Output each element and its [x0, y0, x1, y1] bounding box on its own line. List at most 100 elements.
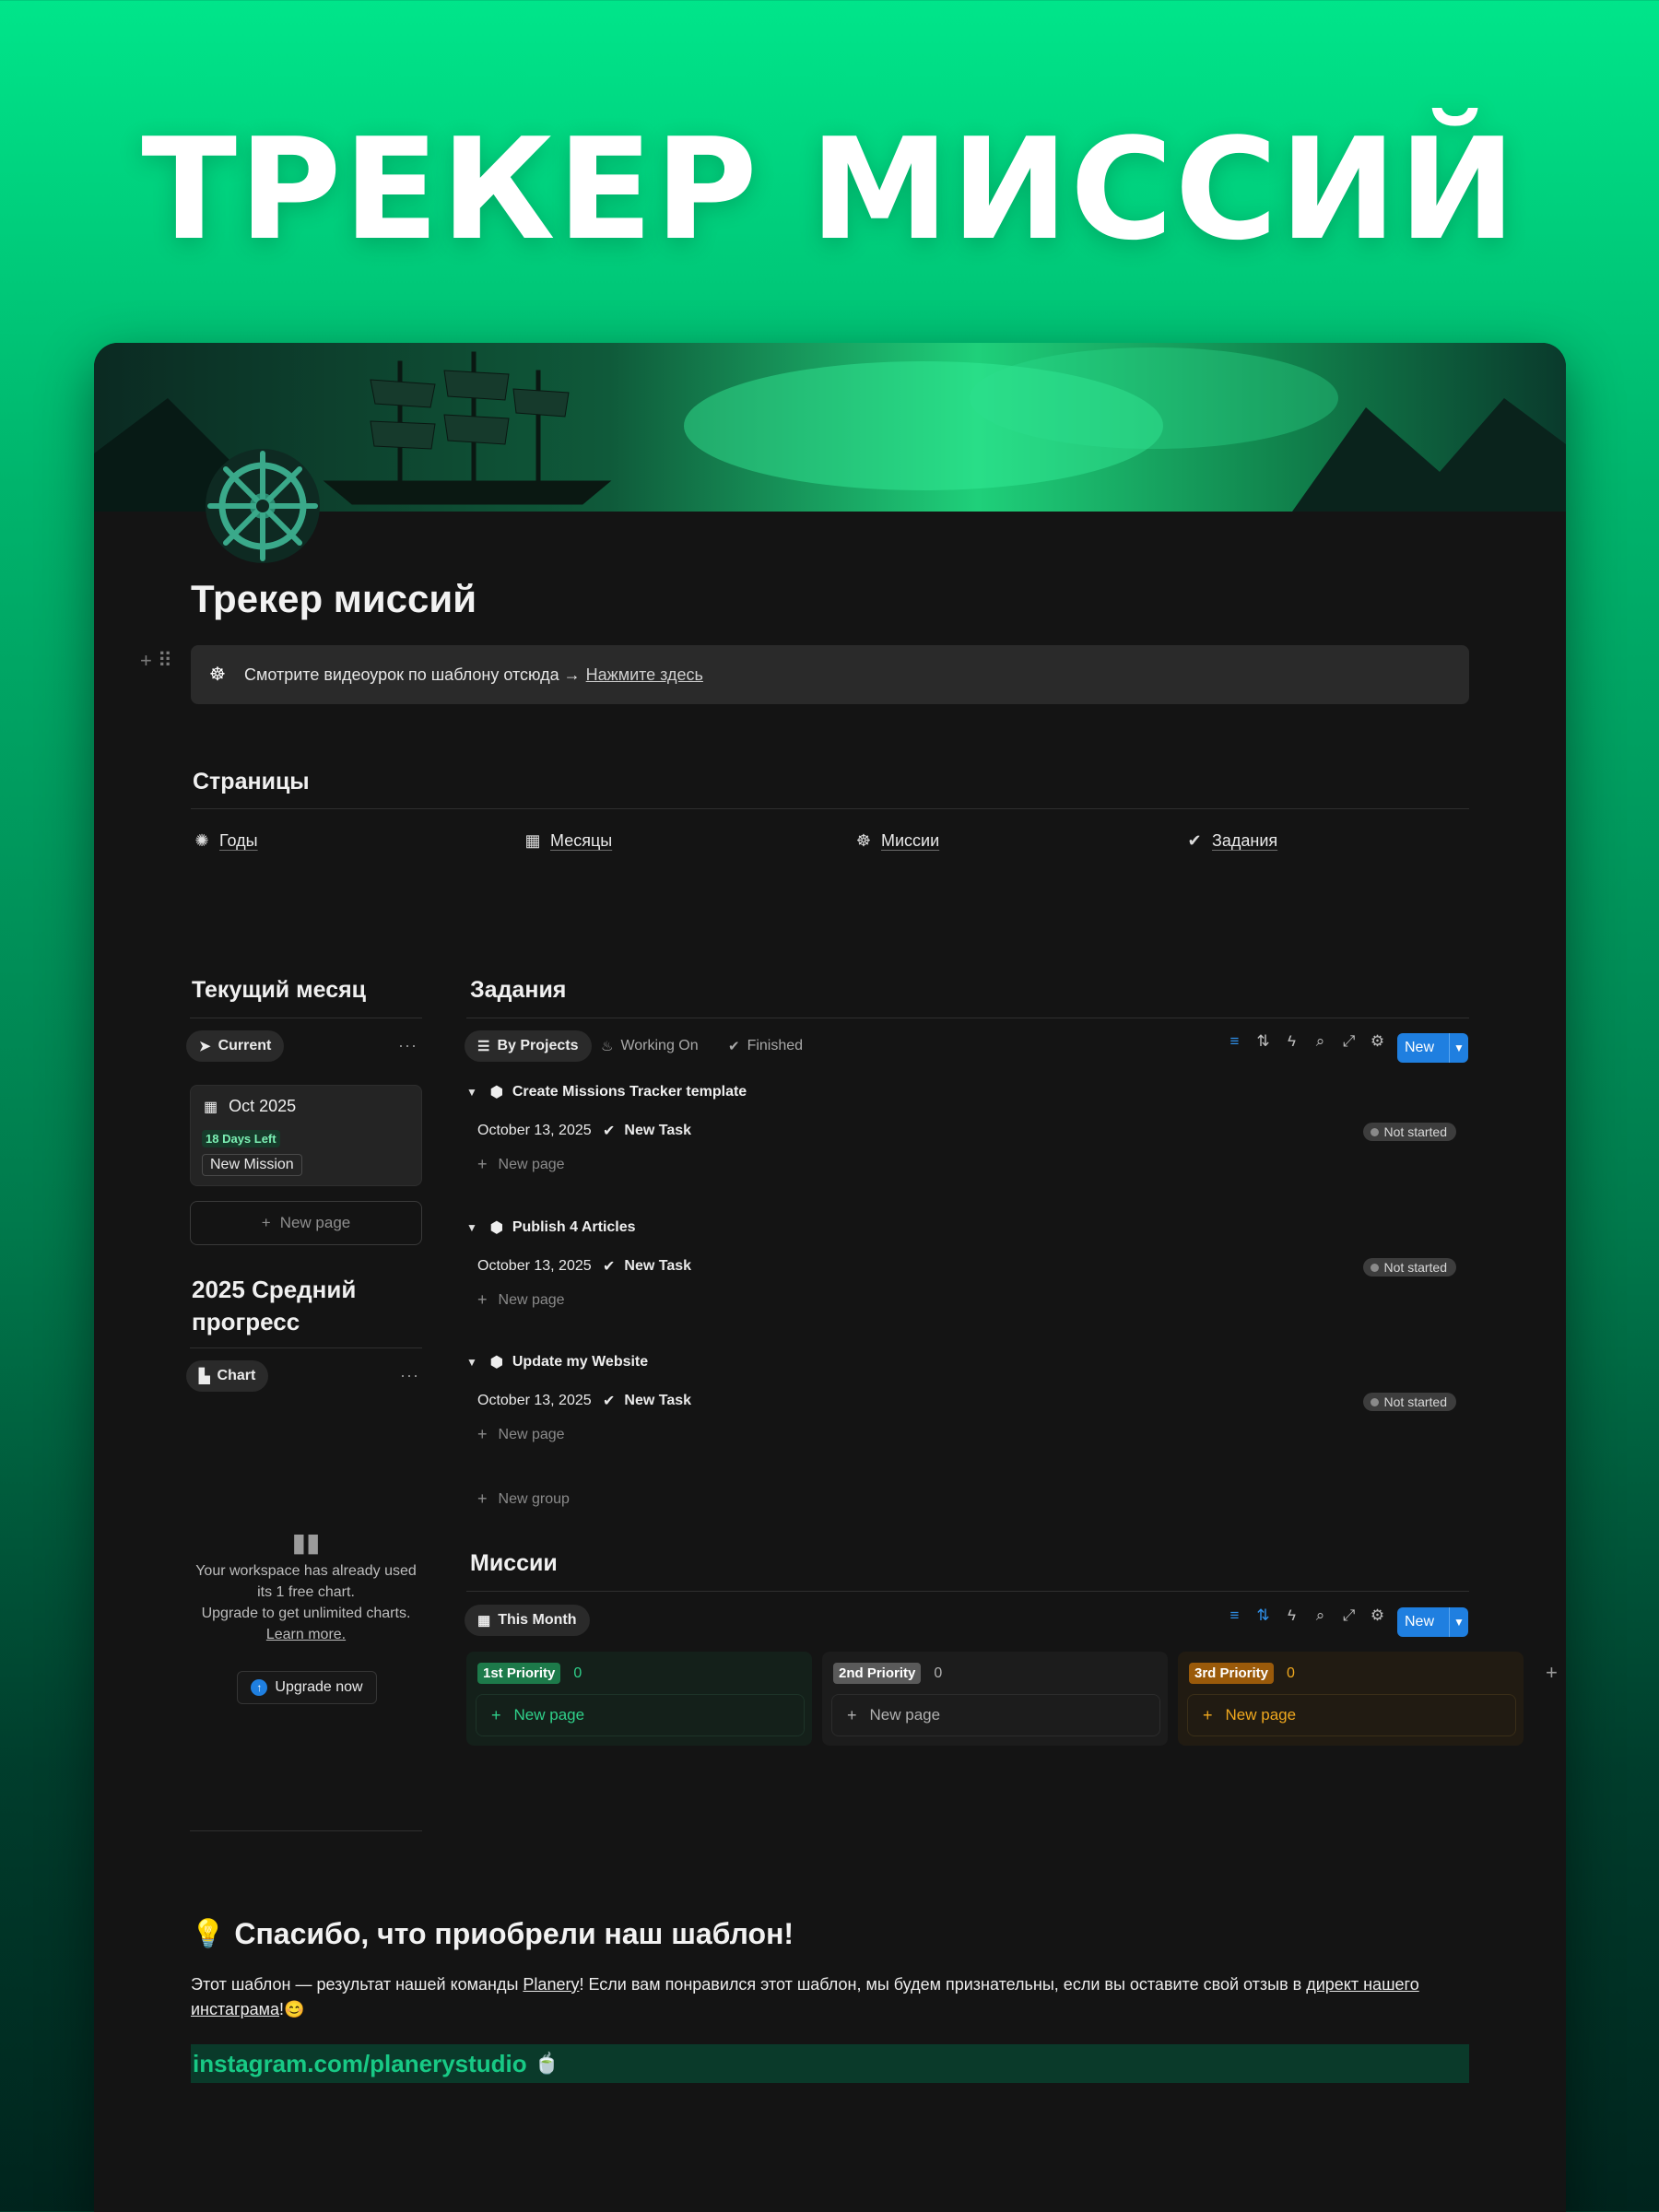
- column-header: 2nd Priority 0: [833, 1663, 942, 1684]
- view-tab-working-on[interactable]: ♨ Working On: [601, 1030, 699, 1062]
- view-tab-this-month[interactable]: ▦ This Month: [465, 1605, 590, 1636]
- add-page-row[interactable]: + New page: [477, 1155, 565, 1174]
- new-group-button[interactable]: + New group: [477, 1489, 570, 1509]
- status-text: Not started: [1383, 1124, 1447, 1139]
- page-link-label: Годы: [219, 831, 258, 850]
- tasks-new-button[interactable]: New ▼: [1397, 1033, 1468, 1063]
- column-new-page-button[interactable]: + New page: [476, 1694, 805, 1736]
- group-header[interactable]: ▼ ⬢ Create Missions Tracker template: [466, 1083, 747, 1101]
- upgrade-text: Upgrade to get unlimited charts.: [201, 1606, 411, 1621]
- calendar-icon: ▦: [477, 1613, 491, 1629]
- task-row[interactable]: October 13, 2025 ✔ New Task Not started: [466, 1250, 1464, 1283]
- group-header[interactable]: ▼ ⬢ Update my Website: [466, 1353, 648, 1371]
- divider: [466, 1591, 1469, 1592]
- view-tab-by-projects[interactable]: ☰ By Projects: [465, 1030, 592, 1062]
- current-month-heading: Текущий месяц: [192, 977, 367, 1003]
- pages-heading: Страницы: [193, 769, 310, 794]
- settings-icon[interactable]: ⚙: [1363, 1606, 1392, 1625]
- thanks-text-part: ! Если вам понравился этот шаблон, мы бу…: [579, 1975, 1307, 1994]
- page-link-missions[interactable]: ☸ Миссии: [853, 831, 939, 851]
- group-header[interactable]: ▼ ⬢ Publish 4 Articles: [466, 1218, 636, 1237]
- task-date: October 13, 2025: [477, 1258, 592, 1274]
- view-tab-finished[interactable]: ✔ Finished: [728, 1030, 803, 1062]
- page-link-years[interactable]: ✺ Годы: [192, 831, 258, 851]
- mission-chip[interactable]: New Mission: [202, 1154, 302, 1176]
- page-link-tasks[interactable]: ✔ Задания: [1184, 831, 1277, 851]
- new-page-label: New page: [869, 1706, 941, 1724]
- chevron-down-icon[interactable]: ▼: [1449, 1607, 1468, 1637]
- view-tab-current[interactable]: ➤ Current: [186, 1030, 285, 1062]
- ship-wheel-icon: [203, 446, 323, 566]
- search-icon[interactable]: ⌕: [1306, 1032, 1335, 1051]
- new-page-button[interactable]: + New page: [190, 1201, 422, 1245]
- settings-icon[interactable]: ⚙: [1363, 1032, 1392, 1051]
- board-column-3rd-priority: 3rd Priority 0 + New page: [1178, 1652, 1524, 1746]
- helm-icon: ☸: [209, 665, 226, 685]
- page-link-label: Задания: [1212, 831, 1278, 850]
- sort-icon[interactable]: ⇅: [1249, 1606, 1277, 1625]
- toggle-triangle-icon[interactable]: ▼: [466, 1221, 477, 1234]
- plus-icon: +: [477, 1155, 488, 1173]
- chevron-down-icon[interactable]: ▼: [1449, 1033, 1468, 1063]
- view-tab-chart[interactable]: ▙ Chart: [186, 1360, 269, 1392]
- search-icon[interactable]: ⌕: [1306, 1606, 1335, 1625]
- task-date: October 13, 2025: [477, 1123, 592, 1138]
- chart-icon: ▙: [199, 1369, 210, 1384]
- sparkle-icon: ✺: [194, 831, 209, 850]
- task-row[interactable]: October 13, 2025 ✔ New Task Not started: [466, 1384, 1464, 1418]
- status-dot: [1370, 1127, 1379, 1136]
- expand-icon[interactable]: ⤢: [1335, 1032, 1363, 1051]
- cup-icon: 🍵: [534, 2052, 560, 2075]
- thanks-title-text: Спасибо, что приобрели наш шаблон!: [234, 1917, 794, 1950]
- column-new-page-button[interactable]: + New page: [1187, 1694, 1516, 1736]
- group-title: Publish 4 Articles: [512, 1219, 636, 1235]
- column-count: 0: [934, 1665, 943, 1681]
- brand-link[interactable]: Planery: [523, 1975, 579, 1994]
- column-header: 3rd Priority 0: [1189, 1663, 1295, 1684]
- add-page-row[interactable]: + New page: [477, 1290, 565, 1310]
- divider: [190, 1830, 422, 1831]
- plus-icon: +: [477, 1290, 488, 1309]
- chart-limit-message: ▮▮ Your workspace has already used its 1…: [190, 1530, 422, 1645]
- status-badge: Not started: [1362, 1393, 1456, 1411]
- block-drag-handle[interactable]: +⠿: [140, 649, 178, 673]
- learn-more-link[interactable]: Learn more.: [266, 1627, 346, 1642]
- more-options-button[interactable]: ···: [398, 1036, 418, 1055]
- callout-link[interactable]: Нажмите здесь: [586, 665, 703, 685]
- sort-icon[interactable]: ⇅: [1249, 1032, 1277, 1051]
- page-link-months[interactable]: ▦ Месяцы: [523, 831, 612, 851]
- add-column-button[interactable]: +: [1546, 1661, 1559, 1685]
- column-new-page-button[interactable]: + New page: [831, 1694, 1160, 1736]
- instagram-link[interactable]: instagram.com/planerystudio 🍵: [191, 2044, 1469, 2083]
- filter-icon[interactable]: ≡: [1220, 1032, 1249, 1051]
- filter-icon[interactable]: ≡: [1220, 1606, 1249, 1625]
- progress-heading: 2025 Средний прогресс: [192, 1276, 357, 1335]
- task-name: New Task: [624, 1123, 692, 1138]
- status-badge: Not started: [1362, 1258, 1456, 1277]
- add-page-label: New page: [498, 1426, 565, 1442]
- divider: [190, 1347, 422, 1348]
- thanks-text-part: Этот шаблон — результат нашей команды: [191, 1975, 524, 1994]
- toggle-triangle-icon[interactable]: ▼: [466, 1086, 477, 1099]
- more-options-button[interactable]: ···: [400, 1366, 419, 1385]
- group-title: Create Missions Tracker template: [512, 1084, 747, 1100]
- month-card[interactable]: ▦ Oct 2025 18 Days Left New Mission: [190, 1085, 422, 1186]
- status-dot: [1370, 1397, 1379, 1406]
- automation-icon[interactable]: ϟ: [1277, 1606, 1306, 1625]
- board-column-2nd-priority: 2nd Priority 0 + New page: [822, 1652, 1168, 1746]
- upgrade-button[interactable]: ↑ Upgrade now: [237, 1671, 377, 1704]
- tasks-heading: Задания: [470, 977, 567, 1003]
- new-button-label: New: [1405, 1614, 1435, 1630]
- page-link-label: Месяцы: [550, 831, 613, 850]
- cube-icon: ⬢: [489, 1085, 503, 1100]
- toggle-triangle-icon[interactable]: ▼: [466, 1356, 477, 1369]
- lightbulb-icon: 💡: [191, 1919, 226, 1949]
- missions-new-button[interactable]: New ▼: [1397, 1607, 1468, 1637]
- group-title: Update my Website: [512, 1354, 649, 1370]
- plus-icon: +: [477, 1425, 488, 1443]
- task-row[interactable]: October 13, 2025 ✔ New Task Not started: [466, 1114, 1464, 1147]
- add-page-row[interactable]: + New page: [477, 1425, 565, 1444]
- plus-icon: +: [477, 1489, 488, 1508]
- automation-icon[interactable]: ϟ: [1277, 1032, 1306, 1051]
- expand-icon[interactable]: ⤢: [1335, 1606, 1363, 1625]
